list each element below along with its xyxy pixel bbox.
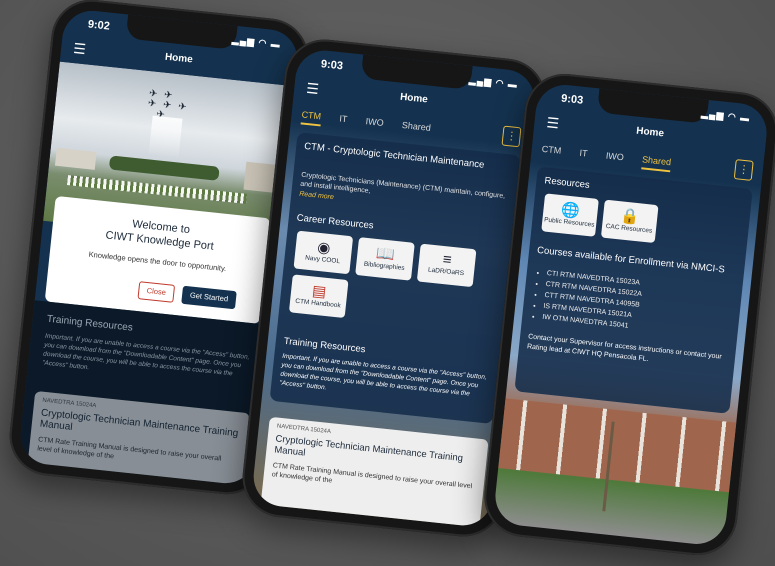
tab-ctm[interactable]: CTM <box>541 141 562 159</box>
shared-card: Resources 🌐 Public Resources 🔒 CAC Resou… <box>514 166 753 414</box>
ctm-handbook-button[interactable]: ▤ CTM Handbook <box>288 274 349 318</box>
cac-resources-button[interactable]: 🔒 CAC Resources <box>600 199 659 244</box>
tab-iwo[interactable]: IWO <box>365 113 385 131</box>
rating-desc: Cryptologic Technicians (Maintenance) (C… <box>299 171 506 201</box>
more-options-icon[interactable]: ⋮ <box>733 159 754 181</box>
ladr-oars-button[interactable]: ≡ LaDR/OaRS <box>416 243 477 288</box>
smoke-trail <box>148 115 183 159</box>
bibliographies-button[interactable]: 📖 Bibliographies <box>355 237 415 281</box>
trees <box>108 155 220 181</box>
close-button[interactable]: Close <box>137 281 176 303</box>
tab-shared[interactable]: Shared <box>641 151 672 173</box>
career-heading: Career Resources <box>296 212 375 232</box>
status-time: 9:02 <box>87 18 111 33</box>
read-more-link[interactable]: Read more <box>299 191 334 202</box>
public-resources-button[interactable]: 🌐 Public Resources <box>541 193 599 237</box>
signal-wifi-battery-icon: ▂▄▆ ◠ ▬ <box>231 34 282 50</box>
status-time: 9:03 <box>560 92 584 107</box>
tab-ctm[interactable]: CTM <box>300 106 322 127</box>
signal-wifi-battery-icon: ▂▄▆ ◠ ▬ <box>700 108 751 124</box>
tab-it[interactable]: IT <box>579 145 589 162</box>
important-text: Important. If you are unable to access a… <box>41 332 250 378</box>
course-card[interactable]: NAVEDTRA 15024A Cryptologic Technician M… <box>260 416 489 529</box>
course-card[interactable]: NAVEDTRA 15024A Cryptologic Technician M… <box>26 390 251 487</box>
building-photo <box>498 398 737 493</box>
more-options-icon[interactable]: ⋮ <box>501 125 522 148</box>
phone-3-screen: 9:03 ▂▄▆ ◠ ▬ ☰ Home CTM IT IWO Shared ⋮ … <box>492 82 770 547</box>
status-time: 9:03 <box>320 58 344 73</box>
navy-cool-button[interactable]: ◉ Navy COOL <box>293 230 354 275</box>
course-list: CTI RTM NAVEDTRA 15023A CTR RTM NAVEDTRA… <box>522 266 735 342</box>
tab-it[interactable]: IT <box>339 110 349 127</box>
building-left <box>54 147 97 170</box>
training-heading: Training Resources <box>46 313 134 334</box>
dimmed-content: Training Resources Important. If you are… <box>17 300 270 487</box>
tab-shared[interactable]: Shared <box>401 117 432 136</box>
get-started-button[interactable]: Get Started <box>181 285 237 310</box>
resources-heading: Resources <box>543 175 591 191</box>
signal-wifi-battery-icon: ▂▄▆ ◠ ▬ <box>468 74 519 90</box>
tab-iwo[interactable]: IWO <box>605 148 625 166</box>
phone-3: 9:03 ▂▄▆ ◠ ▬ ☰ Home CTM IT IWO Shared ⋮ … <box>480 69 775 560</box>
